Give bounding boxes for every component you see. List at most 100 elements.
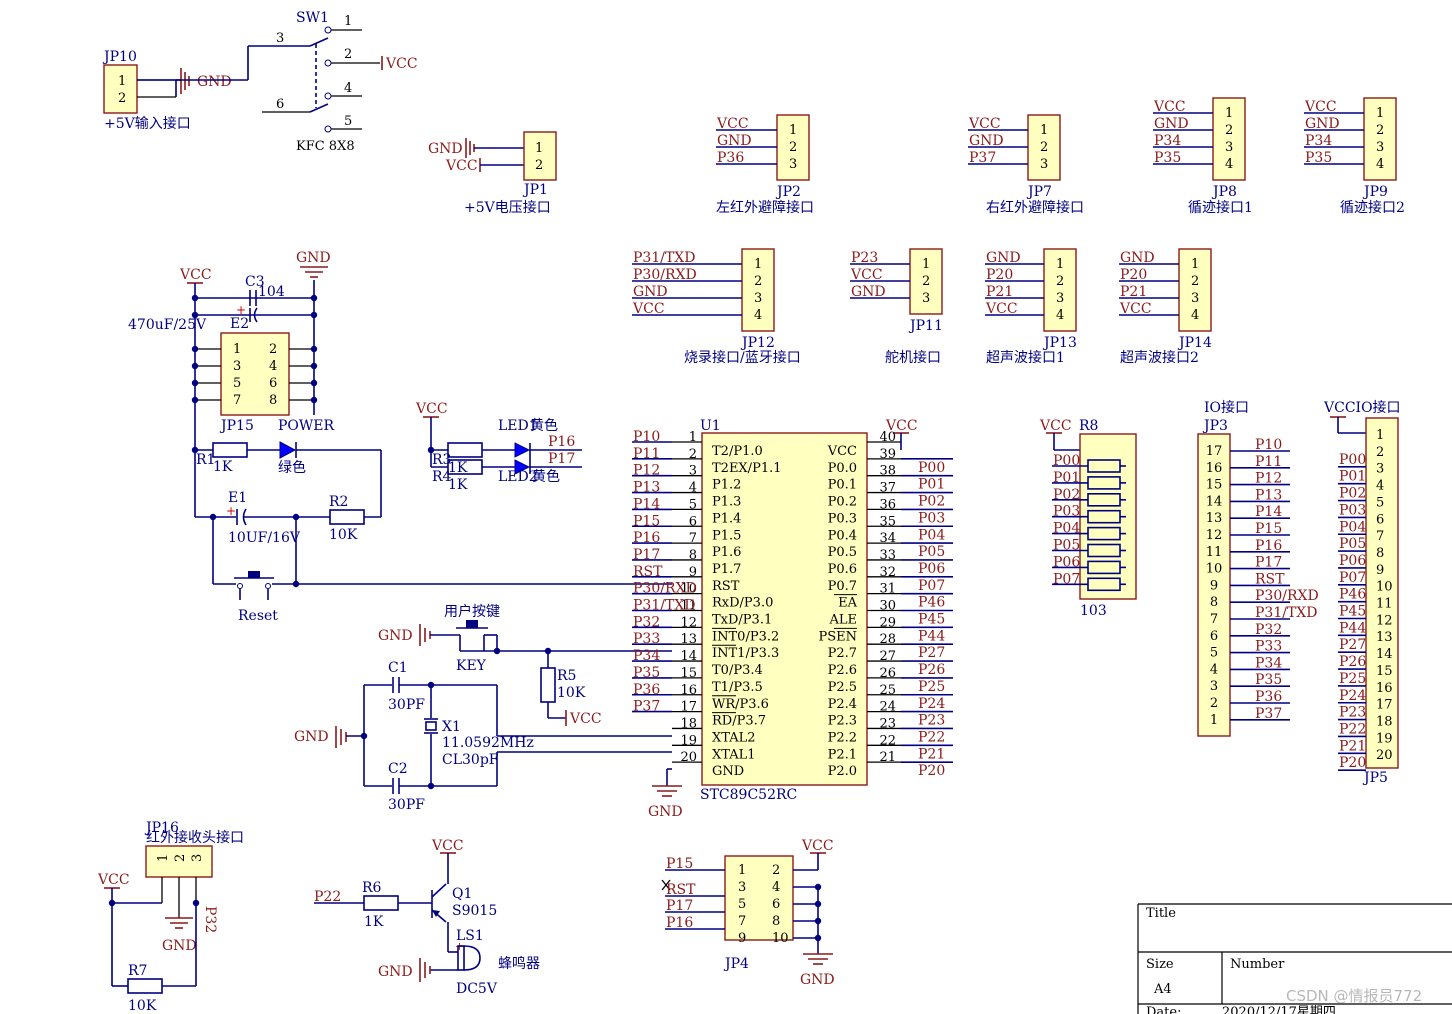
mcu-pin-name: VCC (827, 444, 857, 459)
svg-text:6: 6 (269, 376, 277, 391)
jp3-title: IO接口 (1204, 399, 1249, 416)
svg-text:2: 2 (118, 91, 126, 106)
svg-text:VCC: VCC (1039, 418, 1072, 434)
jp3-pin-number: 16 (1206, 461, 1223, 476)
header-pin-number: 3 (789, 157, 797, 172)
mcu-net-label: P13 (633, 480, 660, 496)
jp5-pin-number: 17 (1376, 698, 1393, 713)
header-net-label: VCC (985, 301, 1018, 317)
jp5-net-label: P21 (1339, 738, 1366, 754)
mcu-pin-name: ALE (828, 613, 857, 628)
jp3-net-label: P37 (1255, 706, 1282, 722)
svg-text:E2: E2 (230, 316, 249, 332)
header-pin-number: 2 (1376, 123, 1384, 138)
svg-text:1K: 1K (364, 914, 384, 930)
jp5-pin-number: 8 (1376, 546, 1384, 561)
jp3-net-label: P11 (1255, 454, 1282, 470)
svg-text:3: 3 (190, 854, 205, 862)
jp16-net-label: P32 (202, 906, 218, 933)
schematic-canvas: 1 2 JP10 +5V输入接口 GND SW1 KFC 8X8 1 2 3 4 (97, 10, 1452, 1014)
r8-net-label: P00 (1053, 453, 1080, 469)
header-ref: JP14 (1177, 335, 1212, 351)
mcu-pin-number: 27 (879, 649, 896, 664)
header-pin-number: 2 (922, 274, 930, 289)
svg-text:3: 3 (276, 31, 284, 46)
jp5-title: VCCIO接口 (1323, 399, 1401, 416)
jp5-net-label: P07 (1339, 570, 1366, 586)
mcu-pin-number: 34 (879, 531, 896, 546)
header-net-label: P35 (1305, 150, 1332, 166)
power-reset-block: VCC GND C3 104 + E2 470uF/25V 1 2 3 4 5 … (128, 250, 672, 624)
jp5-pin-number: 16 (1376, 681, 1393, 696)
buzzer-block: P22 R6 1K VCC Q1 S9015 LS1 + GND 蜂鸣器 DC5… (314, 838, 540, 997)
jp5-net-label: P01 (1339, 469, 1366, 485)
jp4-pin-number: 2 (772, 863, 780, 878)
header-pin-number: 2 (1191, 274, 1199, 289)
jp4-junction (814, 900, 822, 908)
mcu-pin-name: T1/P3.5 (712, 680, 763, 695)
header-description: 循迹接口2 (1340, 199, 1405, 216)
mcu-pin-name: EA (838, 596, 857, 611)
jp10-description: +5V输入接口 (104, 115, 191, 132)
mcu-net-label: P24 (918, 696, 945, 712)
svg-text:P17: P17 (548, 451, 575, 467)
mcu-pin-number: 37 (879, 481, 896, 496)
jp5-net-label: P46 (1339, 587, 1366, 603)
svg-text:VCC: VCC (97, 872, 130, 888)
svg-text:104: 104 (258, 284, 285, 300)
jp5-pin-number: 5 (1376, 495, 1384, 510)
mcu-net-label: P16 (633, 530, 660, 546)
header-ref: JP12 (740, 335, 775, 351)
jp4-net-label: P17 (666, 898, 693, 914)
jp4-pin-number: 6 (772, 897, 780, 912)
svg-text:GND: GND (294, 729, 329, 745)
mcu-pin-number: 33 (879, 548, 896, 563)
mcu-pin-name: P0.5 (828, 545, 857, 560)
header-ref: JP13 (1042, 335, 1077, 351)
header-pin-number: 3 (1376, 140, 1384, 155)
jp5-pin-number: 12 (1376, 613, 1393, 628)
mcu-pin-name: T2EX/P1.1 (712, 461, 782, 476)
jp5-net-label: P45 (1339, 604, 1366, 620)
header-pin-number: 1 (1191, 257, 1199, 272)
header-description: 左红外避障接口 (716, 199, 814, 216)
svg-text:R2: R2 (329, 494, 348, 510)
svg-text:黄色: 黄色 (530, 417, 558, 434)
jp5-net-label: P22 (1339, 721, 1366, 737)
number-label: Number (1230, 957, 1285, 972)
mcu-pin-number: 2 (689, 447, 697, 462)
svg-text:GND: GND (378, 964, 413, 980)
jp5-ref: JP5 (1362, 770, 1388, 786)
svg-text:POWER: POWER (278, 418, 335, 434)
jp3-net-label: P30/RXD (1255, 588, 1319, 604)
header-pin-number: 2 (1056, 274, 1064, 289)
mcu-net-label: P03 (918, 510, 945, 526)
mcu-pin-name: P2.4 (828, 697, 857, 712)
mcu-pin-name: P2.3 (828, 714, 857, 729)
svg-text:8: 8 (269, 393, 277, 408)
mcu-net-label: P37 (633, 699, 660, 715)
mcu-pin-name: P1.7 (712, 562, 741, 577)
header-jp9: 1 VCC 2 GND 3 P34 4 P35 JP9循迹接口2 (1304, 97, 1405, 216)
buzzer-value: DC5V (456, 981, 498, 997)
r8-ref: R8 (1079, 418, 1098, 434)
mcu-pin-name: XTAL1 (712, 747, 756, 762)
jp5-net-label: P05 (1339, 536, 1366, 552)
mcu-net-label: P02 (918, 494, 945, 510)
svg-text:30PF: 30PF (388, 797, 425, 813)
mcu-pin-name: P0.4 (828, 528, 857, 543)
header-pin-number: 2 (1040, 140, 1048, 155)
jp3-pin-number: 8 (1210, 595, 1218, 610)
jp3-pin-number: 10 (1206, 562, 1223, 577)
header-net-label: GND (1120, 250, 1155, 266)
svg-text:GND: GND (800, 972, 835, 988)
mcu-pin-number: 21 (879, 750, 896, 765)
jp5-net-label: P20 (1339, 755, 1366, 771)
mcu-pin-number: 24 (879, 700, 896, 715)
mcu-pin-name: P0.7 (828, 579, 857, 594)
jp4-ref: JP4 (723, 956, 749, 972)
mcu-pin-number: 40 (879, 430, 896, 445)
mcu-pin-name: RD/P3.7 (712, 714, 766, 729)
svg-text:4: 4 (269, 359, 277, 374)
jp4-pin-number: 9 (738, 931, 746, 946)
